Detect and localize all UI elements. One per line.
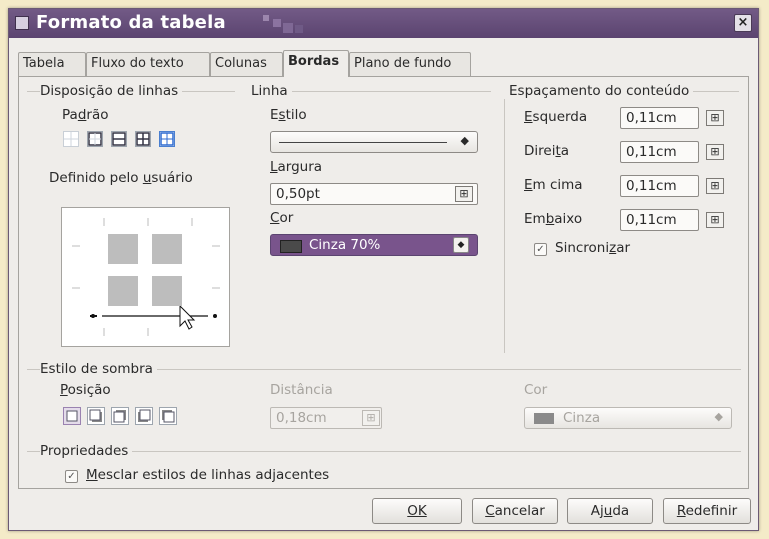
top-spacing-spinner[interactable]: ⊞ <box>706 178 724 194</box>
border-preview[interactable] <box>61 207 230 347</box>
dialog-title: Formato da tabela <box>36 12 226 33</box>
top-spacing-value: 0,11cm <box>626 178 677 194</box>
border-none-icon <box>64 132 78 146</box>
shadow-distance-spinner[interactable]: ⊞ <box>362 410 380 426</box>
spacing-title: Espaçamento do conteúdo <box>509 83 694 99</box>
table-format-dialog: Formato da tabela × Tabela Fluxo do text… <box>8 8 759 531</box>
shadow-distance-value: 0,18cm <box>276 410 327 426</box>
properties-title: Propriedades <box>40 443 133 459</box>
sync-label: Sincronizar <box>555 240 631 256</box>
title-bar: Formato da tabela × <box>9 9 758 38</box>
line-style-select[interactable]: ◆ <box>270 131 478 153</box>
color-label: Cor <box>270 210 294 226</box>
bottom-spacing-spinner[interactable]: ⊞ <box>706 212 724 228</box>
close-button[interactable]: × <box>734 14 752 32</box>
shadow-top-right[interactable] <box>111 407 129 425</box>
bottom-label: Embaixo <box>524 211 583 227</box>
preset-none[interactable] <box>63 131 79 147</box>
border-horizontal-icon <box>112 132 126 146</box>
properties-separator <box>27 451 741 452</box>
shadow-top-left-icon <box>162 410 175 423</box>
shadow-top-right-icon <box>113 410 126 423</box>
help-button[interactable]: Ajuda <box>567 498 653 524</box>
shadow-color-select[interactable]: Cinza ◆ <box>524 407 732 429</box>
preview-cell <box>152 276 182 306</box>
shadow-color-value: Cinza <box>563 410 601 426</box>
shadow-none-icon <box>66 410 78 422</box>
sync-checkbox[interactable]: ✓ <box>534 243 547 256</box>
borders-tab-page: Disposição de linhas Padrão Definido pel… <box>18 76 749 489</box>
shadow-title: Estilo de sombra <box>40 361 157 377</box>
style-label: Estilo <box>270 107 307 123</box>
window-icon <box>15 16 29 30</box>
reset-button[interactable]: Redefinir <box>663 498 751 524</box>
position-label: Posição <box>60 382 111 398</box>
right-label: Direita <box>524 143 570 159</box>
merge-checkbox[interactable]: ✓ <box>65 470 78 483</box>
left-spacing-value: 0,11cm <box>626 110 677 126</box>
tab-fluxo-do-texto[interactable]: Fluxo do texto <box>86 52 210 76</box>
shadow-bottom-left[interactable] <box>135 407 153 425</box>
shadow-bottom-right[interactable] <box>87 407 105 425</box>
merge-label: Mesclar estilos de linhas adjacentes <box>86 467 330 483</box>
border-all-icon <box>136 132 150 146</box>
line-style-sample <box>279 142 447 143</box>
close-icon: × <box>737 15 749 30</box>
chevron-updown-icon: ◆ <box>714 410 723 423</box>
color-swatch <box>280 240 302 253</box>
cancel-button[interactable]: Cancelar <box>472 498 558 524</box>
right-spacing-value: 0,11cm <box>626 144 677 160</box>
preview-cell <box>152 234 182 264</box>
left-spacing-field[interactable]: 0,11cm <box>620 107 699 129</box>
shadow-color-label: Cor <box>524 382 548 398</box>
line-color-value: Cinza 70% <box>309 237 381 253</box>
title-decoration-icon <box>263 15 303 33</box>
vertical-divider <box>504 99 505 353</box>
right-spacing-field[interactable]: 0,11cm <box>620 141 699 163</box>
tab-tabela[interactable]: Tabela <box>18 52 86 76</box>
line-color-select[interactable]: Cinza 70% ◆ <box>270 234 478 256</box>
width-label: Largura <box>270 159 323 175</box>
preview-guides <box>72 218 220 336</box>
shadow-none[interactable] <box>63 407 81 425</box>
border-outer-inner-icon <box>160 132 174 146</box>
preset-outer-inner[interactable] <box>159 131 175 147</box>
preset-outer-horizontal[interactable] <box>111 131 127 147</box>
line-width-spinner[interactable]: ⊞ <box>455 186 473 202</box>
preview-cell <box>108 276 138 306</box>
tab-bordas[interactable]: Bordas <box>283 50 349 77</box>
bottom-spacing-value: 0,11cm <box>626 212 677 228</box>
shadow-color-swatch <box>534 413 554 424</box>
shadow-top-left[interactable] <box>159 407 177 425</box>
top-label: Em cima <box>524 177 583 193</box>
preview-cell <box>108 234 138 264</box>
tab-colunas[interactable]: Colunas <box>210 52 283 76</box>
shadow-bottom-right-icon <box>89 409 102 422</box>
left-label: Esquerda <box>524 109 588 125</box>
ok-label: OK <box>407 503 427 519</box>
tab-plano-de-fundo[interactable]: Plano de fundo <box>349 52 471 76</box>
preset-outer[interactable] <box>87 131 103 147</box>
user-defined-label: Definido pelo usuário <box>49 170 193 186</box>
right-spacing-spinner[interactable]: ⊞ <box>706 144 724 160</box>
line-width-field[interactable]: 0,50pt <box>270 183 478 205</box>
line-group-title: Linha <box>251 83 292 99</box>
distance-label: Distância <box>270 382 333 398</box>
shadow-bottom-left-icon <box>138 409 151 422</box>
bottom-spacing-field[interactable]: 0,11cm <box>620 209 699 231</box>
chevron-updown-icon: ◆ <box>453 237 469 253</box>
border-outer-icon <box>88 132 102 146</box>
top-spacing-field[interactable]: 0,11cm <box>620 175 699 197</box>
left-spacing-spinner[interactable]: ⊞ <box>706 110 724 126</box>
ok-button[interactable]: OK <box>372 498 462 524</box>
preset-all[interactable] <box>135 131 151 147</box>
line-width-value: 0,50pt <box>276 186 320 202</box>
line-arrangement-title: Disposição de linhas <box>40 83 183 99</box>
chevron-updown-icon: ◆ <box>460 134 469 147</box>
default-label: Padrão <box>62 107 109 123</box>
